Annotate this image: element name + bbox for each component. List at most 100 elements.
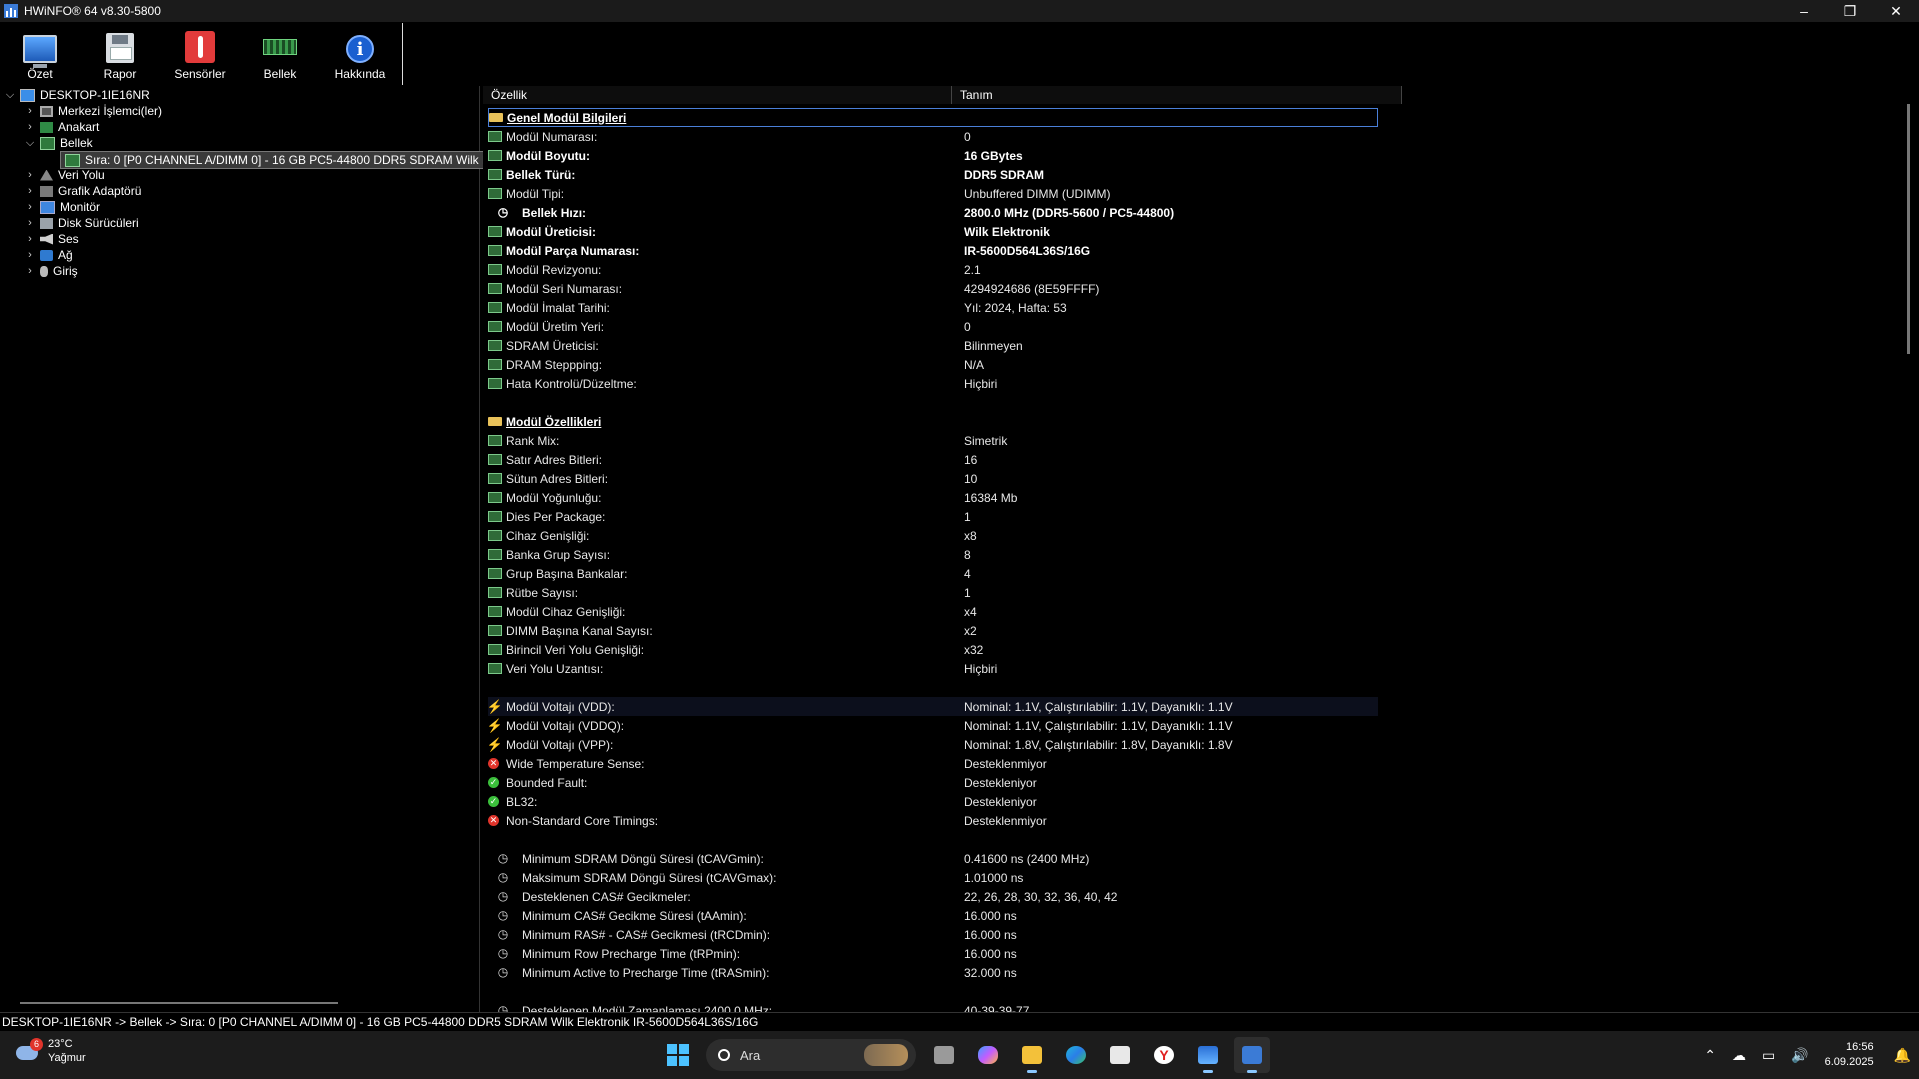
tree-item-network[interactable]: › Ağ [24, 247, 73, 263]
memory-button[interactable]: Bellek [240, 23, 320, 85]
section-header[interactable]: Modül Özellikleri [488, 412, 1885, 431]
detail-row[interactable]: ◷ Bellek Hızı: 2800.0 MHz (DDR5-5600 / PC5… [488, 203, 1885, 222]
chevron-right-icon[interactable]: › [24, 265, 36, 277]
detail-row[interactable]: Hata Kontrolü/Düzeltme: Hiçbiri [488, 374, 1885, 393]
tree-item-gpu[interactable]: › Grafik Adaptörü [24, 183, 141, 199]
column-header-property[interactable]: Özellik [483, 86, 952, 104]
detail-row[interactable]: Modül İmalat Tarihi: Yıl: 2024, Hafta: 53 [488, 298, 1885, 317]
tree-item-disks[interactable]: › Disk Sürücüleri [24, 215, 139, 231]
detail-row[interactable]: Bellek Türü: DDR5 SDRAM [488, 165, 1885, 184]
detail-row[interactable]: Modül Revizyonu: 2.1 [488, 260, 1885, 279]
edge-button[interactable] [1058, 1037, 1094, 1073]
taskbar-search[interactable]: Ara [706, 1039, 916, 1071]
detail-row[interactable]: SDRAM Üreticisi: Bilinmeyen [488, 336, 1885, 355]
detail-row[interactable]: ◷ Minimum Row Precharge Time (tRPmin): 16.… [488, 944, 1885, 963]
monitor-app-button[interactable] [1190, 1037, 1226, 1073]
detail-row[interactable]: Birincil Veri Yolu Genişliği: x32 [488, 640, 1885, 659]
chevron-right-icon[interactable]: › [24, 185, 36, 197]
detail-row[interactable]: Modül Cihaz Genişliği: x4 [488, 602, 1885, 621]
detail-row[interactable]: Cihaz Genişliği: x8 [488, 526, 1885, 545]
hwinfo-taskbar-button[interactable] [1234, 1037, 1270, 1073]
section-header[interactable]: Genel Modül Bilgileri [488, 108, 1378, 127]
restore-button[interactable]: ❐ [1827, 0, 1873, 22]
chevron-right-icon[interactable]: › [24, 121, 36, 133]
detail-row[interactable]: Satır Adres Bitleri: 16 [488, 450, 1885, 469]
chevron-right-icon[interactable]: › [24, 201, 36, 213]
detail-row[interactable]: ⚡ Modül Voltajı (VDDQ): Nominal: 1.1V, Çal… [487, 716, 1885, 735]
yandex-button[interactable]: Y [1146, 1037, 1182, 1073]
detail-row[interactable]: ◷ Maksimum SDRAM Döngü Süresi (tCAVGmax):… [488, 868, 1885, 887]
detail-row[interactable]: ✕ Wide Temperature Sense: Desteklenmiyor [488, 754, 1885, 773]
detail-row[interactable]: DIMM Başına Kanal Sayısı: x2 [488, 621, 1885, 640]
chevron-down-icon[interactable]: ⌵ [4, 89, 16, 102]
detail-row[interactable]: ◷ Minimum Active to Precharge Time (tRASm… [488, 963, 1885, 982]
chevron-right-icon[interactable]: › [24, 249, 36, 261]
tree-item-dimm0[interactable]: Sıra: 0 [P0 CHANNEL A/DIMM 0] - 16 GB PC… [60, 151, 496, 169]
taskbar-clock[interactable]: 16:56 6.09.2025 [1825, 1040, 1874, 1070]
detail-row[interactable]: Dies Per Package: 1 [488, 507, 1885, 526]
tree-item-cpu[interactable]: › Merkezi İşlemci(ler) [24, 103, 162, 119]
detail-row[interactable]: Modül Yoğunluğu: 16384 Mb [488, 488, 1885, 507]
notification-bell-icon[interactable]: 🔔 [1894, 1047, 1911, 1064]
tree-horizontal-scrollbar[interactable] [20, 1002, 338, 1004]
network-icon[interactable]: ▭ [1762, 1047, 1775, 1064]
detail-row[interactable]: Modül Üretim Yeri: 0 [488, 317, 1885, 336]
tree-item-audio[interactable]: › Ses [24, 231, 79, 247]
detail-row[interactable]: Rütbe Sayısı: 1 [488, 583, 1885, 602]
tree-item-memory[interactable]: ⌵ Bellek [24, 135, 93, 151]
tree-item-input[interactable]: › Giriş [24, 263, 78, 279]
detail-row[interactable]: Grup Başına Bankalar: 4 [488, 564, 1885, 583]
detail-row[interactable]: Modül Parça Numarası: IR-5600D564L36S/16G [488, 241, 1885, 260]
detail-row[interactable]: Rank Mix: Simetrik [488, 431, 1885, 450]
chevron-right-icon[interactable]: › [24, 233, 36, 245]
detail-row[interactable]: Sütun Adres Bitleri: 10 [488, 469, 1885, 488]
sensors-button[interactable]: Sensörler [160, 23, 240, 85]
copilot-button[interactable] [970, 1037, 1006, 1073]
task-view-button[interactable] [926, 1037, 962, 1073]
start-button[interactable] [660, 1037, 696, 1073]
report-button[interactable]: Rapor [80, 23, 160, 85]
chevron-right-icon[interactable]: › [24, 105, 36, 117]
detail-row[interactable]: ✕ Non-Standard Core Timings: Desteklenmiyo… [488, 811, 1885, 830]
detail-row[interactable]: ◷ Minimum RAS# - CAS# Gecikmesi (tRCDmin)… [488, 925, 1885, 944]
detail-row[interactable]: Modül Üreticisi: Wilk Elektronik [488, 222, 1885, 241]
detail-row[interactable]: ⚡ Modül Voltajı (VDD): Nominal: 1.1V, Çalı… [487, 697, 1378, 716]
detail-row[interactable]: ⚡ Modül Voltajı (VPP): Nominal: 1.8V, Çalı… [487, 735, 1885, 754]
volume-icon[interactable]: 🔊 [1791, 1047, 1808, 1064]
detail-row[interactable]: Modül Numarası: 0 [488, 127, 1885, 146]
detail-row[interactable]: ◷ Desteklenen Modül Zamanlaması 2400.0 MH… [488, 1001, 1885, 1012]
about-button[interactable]: i Hakkında [320, 23, 400, 85]
detail-row[interactable]: Veri Yolu Uzantısı: Hiçbiri [488, 659, 1885, 678]
tree-root[interactable]: ⌵ DESKTOP-1IE16NR [4, 87, 150, 103]
device-tree[interactable]: ⌵ DESKTOP-1IE16NR › Merkezi İşlemci(ler)… [0, 86, 496, 1012]
weather-widget[interactable]: 6 23°C Yağmur [16, 1037, 86, 1065]
chevron-right-icon[interactable]: › [24, 169, 36, 181]
onedrive-cloud-icon[interactable]: ☁ [1732, 1047, 1746, 1064]
store-button[interactable] [1102, 1037, 1138, 1073]
detail-row[interactable]: Modül Boyutu: 16 GBytes [488, 146, 1885, 165]
ram-icon [488, 606, 502, 617]
tree-item-motherboard[interactable]: › Anakart [24, 119, 99, 135]
detail-vertical-scrollbar[interactable] [1907, 104, 1910, 354]
detail-row[interactable]: DRAM Steppping: N/A [488, 355, 1885, 374]
chevron-down-icon[interactable]: ⌵ [24, 137, 36, 150]
minimize-button[interactable]: – [1781, 0, 1827, 22]
detail-row[interactable]: Banka Grup Sayısı: 8 [488, 545, 1885, 564]
tree-item-bus[interactable]: › Veri Yolu [24, 167, 105, 183]
detail-row[interactable]: Modül Tipi: Unbuffered DIMM (UDIMM) [488, 184, 1885, 203]
property-label: Modül Voltajı (VPP): [506, 737, 614, 752]
detail-row[interactable]: ✓ BL32: Destekleniyor [488, 792, 1885, 811]
property-label: Modül Tipi: [506, 186, 565, 201]
summary-button[interactable]: Özet [0, 23, 80, 85]
file-explorer-button[interactable] [1014, 1037, 1050, 1073]
close-button[interactable]: ✕ [1873, 0, 1919, 22]
tree-item-monitor[interactable]: › Monitör [24, 199, 100, 215]
column-header-value[interactable]: Tanım [952, 86, 1402, 104]
chevron-right-icon[interactable]: › [24, 217, 36, 229]
detail-row[interactable]: ◷ Desteklenen CAS# Gecikmeler: 22, 26, 28,… [488, 887, 1885, 906]
chevron-up-icon[interactable]: ⌃ [1704, 1047, 1716, 1064]
detail-row[interactable]: ◷ Minimum SDRAM Döngü Süresi (tCAVGmin): 0… [488, 849, 1885, 868]
detail-row[interactable]: ◷ Minimum CAS# Gecikme Süresi (tAAmin): 16… [488, 906, 1885, 925]
detail-row[interactable]: Modül Seri Numarası: 4294924686 (8E59FFFF… [488, 279, 1885, 298]
detail-row[interactable]: ✓ Bounded Fault: Destekleniyor [488, 773, 1885, 792]
